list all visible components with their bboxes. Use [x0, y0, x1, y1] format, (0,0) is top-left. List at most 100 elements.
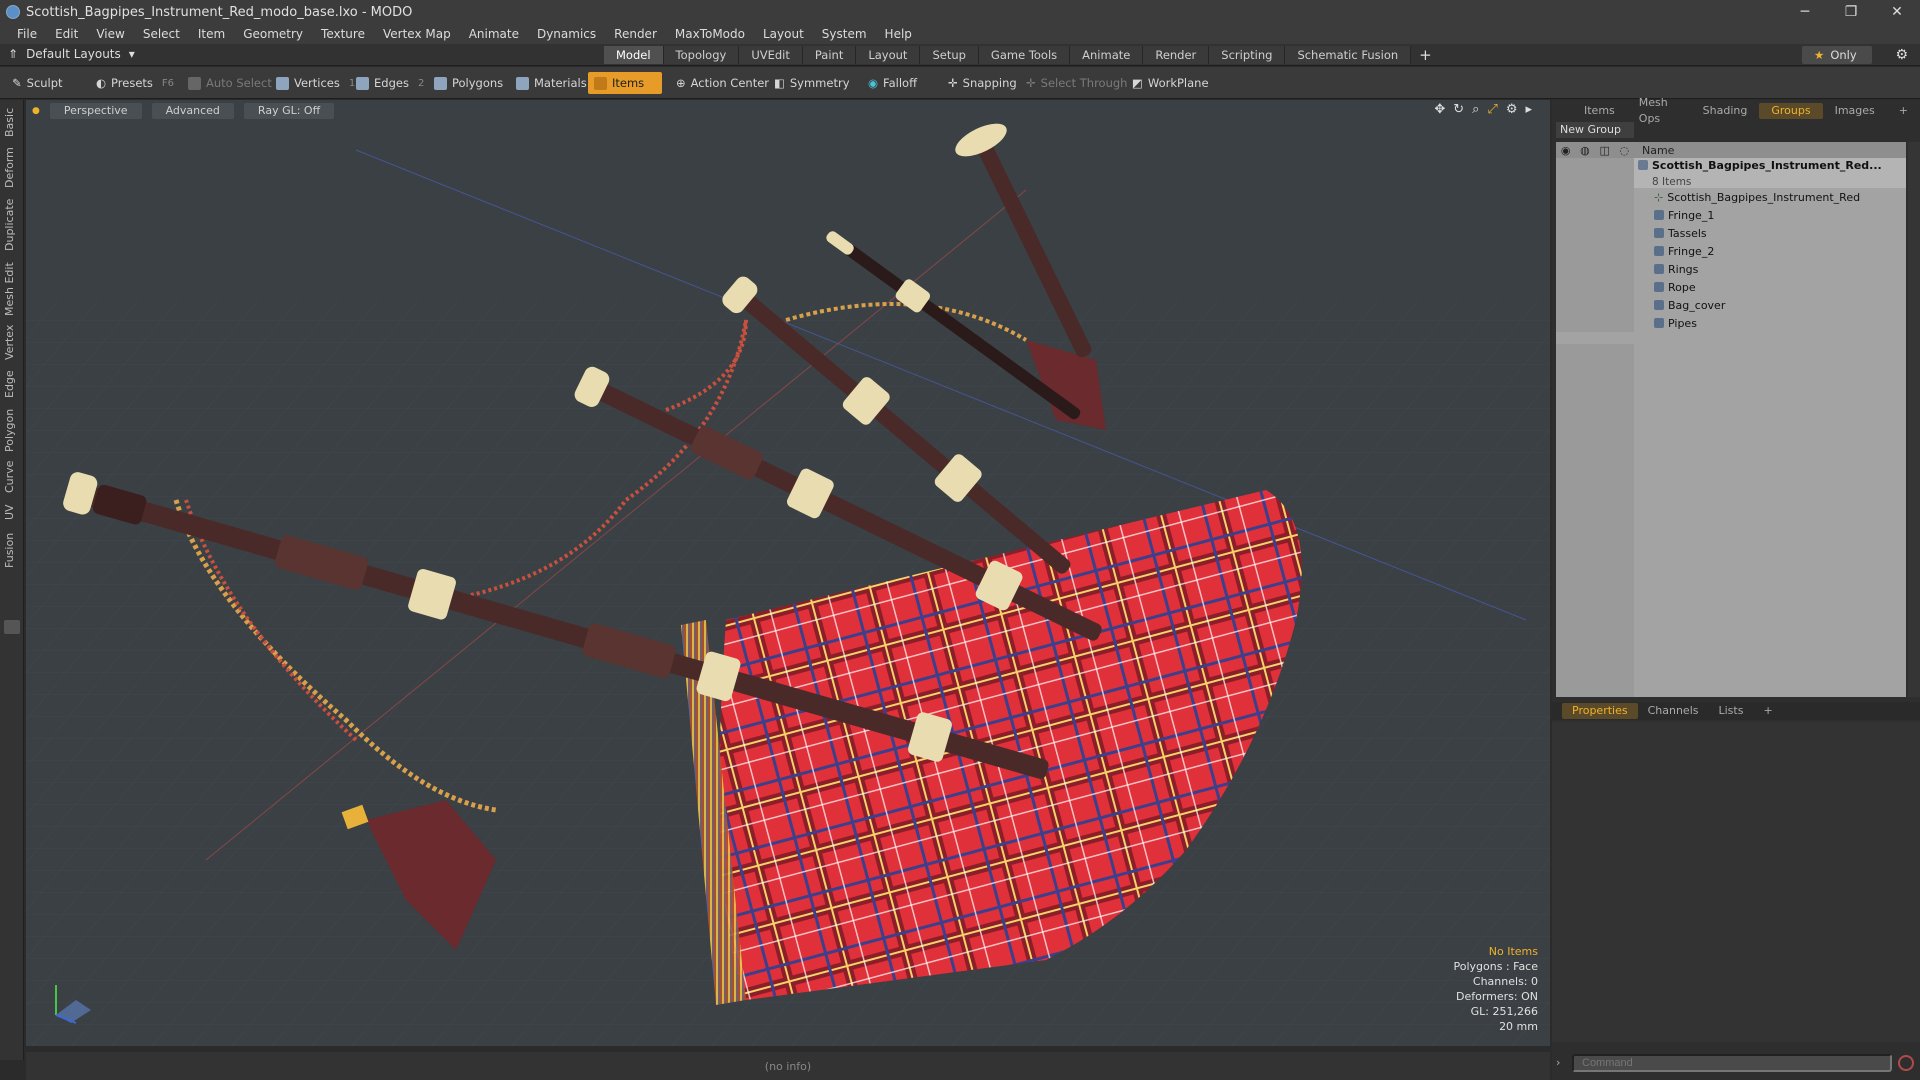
tab-model[interactable]: Model [604, 46, 664, 64]
menu-item[interactable]: Item [189, 27, 234, 41]
name-column-header[interactable]: Name [1634, 144, 1674, 157]
polygons-button[interactable]: Polygons [428, 72, 509, 94]
gear-icon[interactable]: ⚙ [1895, 47, 1908, 63]
viewport-more-icon[interactable]: ▸ [1525, 102, 1532, 117]
item-visibility-cell[interactable] [1556, 314, 1634, 332]
tab-items[interactable]: Items [1572, 103, 1627, 119]
shading-button[interactable]: Advanced [151, 103, 234, 119]
perspective-button[interactable]: Perspective [49, 103, 142, 119]
new-group-button[interactable]: New Group [1556, 122, 1634, 138]
menu-geometry[interactable]: Geometry [234, 27, 312, 41]
menu-view[interactable]: View [87, 27, 133, 41]
menu-texture[interactable]: Texture [312, 27, 374, 41]
viewport-gear-icon[interactable]: ⚙ [1506, 102, 1518, 117]
item-visibility-cell[interactable] [1556, 188, 1634, 206]
items-button[interactable]: Items [588, 72, 662, 94]
add-prop-tab-button[interactable]: + [1753, 703, 1782, 719]
list-item[interactable]: ⊹ Scottish_Bagpipes_Instrument_Red [1556, 188, 1906, 206]
item-visibility-cell[interactable] [1556, 242, 1634, 260]
select-through-button[interactable]: ✛ Select Through [1020, 72, 1133, 94]
tree-scrollbar[interactable] [1908, 142, 1920, 697]
maximize-button[interactable]: ❐ [1828, 0, 1874, 24]
vtab-fusion[interactable]: Fusion [3, 530, 21, 570]
vtab-polygon[interactable]: Polygon [3, 406, 21, 454]
tab-game-tools[interactable]: Game Tools [978, 46, 1071, 64]
item-visibility-cell[interactable] [1556, 296, 1634, 314]
list-item[interactable]: Fringe_1 [1556, 206, 1906, 224]
item-visibility-cell[interactable] [1556, 206, 1634, 224]
raygl-button[interactable]: Ray GL: Off [243, 103, 335, 119]
menu-file[interactable]: File [8, 27, 46, 41]
tab-shading[interactable]: Shading [1691, 103, 1760, 119]
tab-lists[interactable]: Lists [1709, 703, 1754, 719]
tab-render[interactable]: Render [1143, 46, 1210, 64]
command-history-icon[interactable] [1898, 1055, 1914, 1071]
tab-channels[interactable]: Channels [1638, 703, 1709, 719]
vtab-deform[interactable]: Deform [3, 146, 21, 190]
zoom-view-icon[interactable]: ⌕ [1472, 102, 1479, 117]
add-tab-button[interactable]: + [1411, 46, 1440, 64]
vtab-mesh-edit[interactable]: Mesh Edit [3, 260, 21, 318]
tab-animate[interactable]: Animate [1070, 46, 1144, 64]
render-icon[interactable]: ◍ [1580, 144, 1590, 157]
menu-edit[interactable]: Edit [46, 27, 87, 41]
action-center-button[interactable]: ⊕ Action Center [670, 72, 775, 94]
group-row[interactable]: Scottish_Bagpipes_Instrument_Red... 8 It… [1556, 158, 1906, 188]
layout-dropdown[interactable]: ⇑ Default Layouts ▾ [8, 47, 135, 61]
list-item[interactable]: Tassels [1556, 224, 1906, 242]
tab-paint[interactable]: Paint [802, 46, 857, 64]
rotate-view-icon[interactable]: ↻ [1453, 102, 1464, 117]
menu-maxtomodo[interactable]: MaxToModo [666, 27, 754, 41]
select-icon[interactable]: ◌ [1620, 144, 1630, 157]
tab-properties[interactable]: Properties [1562, 703, 1638, 719]
vtab-basic[interactable]: Basic [3, 104, 21, 140]
maximize-view-icon[interactable]: ⤢ [1487, 102, 1497, 117]
tab-schematic-fusion[interactable]: Schematic Fusion [1285, 46, 1412, 64]
menu-vertex-map[interactable]: Vertex Map [374, 27, 460, 41]
lock-icon[interactable]: ◫ [1599, 144, 1609, 157]
tab-mesh-ops[interactable]: Mesh Ops [1627, 95, 1691, 127]
menu-help[interactable]: Help [876, 27, 921, 41]
materials-button[interactable]: Materials [510, 72, 593, 94]
vtab-uv[interactable]: UV [3, 500, 21, 524]
list-item[interactable]: Bag_cover [1556, 296, 1906, 314]
edges-button[interactable]: Edges 2 [350, 72, 430, 94]
list-item[interactable]: Rope [1556, 278, 1906, 296]
vertices-button[interactable]: Vertices 1 [270, 72, 361, 94]
close-button[interactable]: ✕ [1874, 0, 1920, 24]
vtab-duplicate[interactable]: Duplicate [3, 196, 21, 254]
menu-system[interactable]: System [813, 27, 876, 41]
3d-viewport[interactable]: ● Perspective Advanced Ray GL: Off ✥ ↻ ⌕… [26, 100, 1550, 1046]
presets-button[interactable]: ◐ Presets F6 [90, 72, 180, 94]
tab-setup[interactable]: Setup [920, 46, 979, 64]
tab-uvedit[interactable]: UVEdit [739, 46, 803, 64]
sculpt-button[interactable]: ✎ Sculpt [6, 72, 69, 94]
vtab-edge[interactable]: Edge [3, 366, 21, 402]
move-view-icon[interactable]: ✥ [1434, 102, 1445, 117]
tab-groups[interactable]: Groups [1759, 103, 1823, 119]
list-item[interactable]: Pipes [1556, 314, 1906, 332]
list-item[interactable]: Rings [1556, 260, 1906, 278]
item-visibility-cell[interactable] [1556, 278, 1634, 296]
item-visibility-cell[interactable] [1556, 260, 1634, 278]
menu-render[interactable]: Render [605, 27, 666, 41]
tab-scripting[interactable]: Scripting [1209, 46, 1286, 64]
tab-layout[interactable]: Layout [856, 46, 921, 64]
command-input[interactable] [1572, 1054, 1892, 1072]
list-item[interactable]: Fringe_2 [1556, 242, 1906, 260]
falloff-button[interactable]: ◉ Falloff [862, 72, 923, 94]
add-panel-tab-button[interactable]: + [1887, 103, 1920, 119]
vtab-curve[interactable]: Curve [3, 458, 21, 496]
item-visibility-cell[interactable] [1556, 224, 1634, 242]
snapping-button[interactable]: ✛ Snapping [942, 72, 1023, 94]
vtab-vertex[interactable]: Vertex [3, 322, 21, 362]
workplane-button[interactable]: ◩ WorkPlane [1126, 72, 1215, 94]
symmetry-button[interactable]: ◧ Symmetry [768, 72, 856, 94]
minimize-button[interactable]: ─ [1782, 0, 1828, 24]
tab-images[interactable]: Images [1823, 103, 1887, 119]
tab-topology[interactable]: Topology [663, 46, 740, 64]
group-visibility-cells[interactable] [1556, 158, 1634, 188]
auto-select-button[interactable]: Auto Select [182, 72, 278, 94]
menu-animate[interactable]: Animate [460, 27, 528, 41]
menu-dynamics[interactable]: Dynamics [528, 27, 605, 41]
